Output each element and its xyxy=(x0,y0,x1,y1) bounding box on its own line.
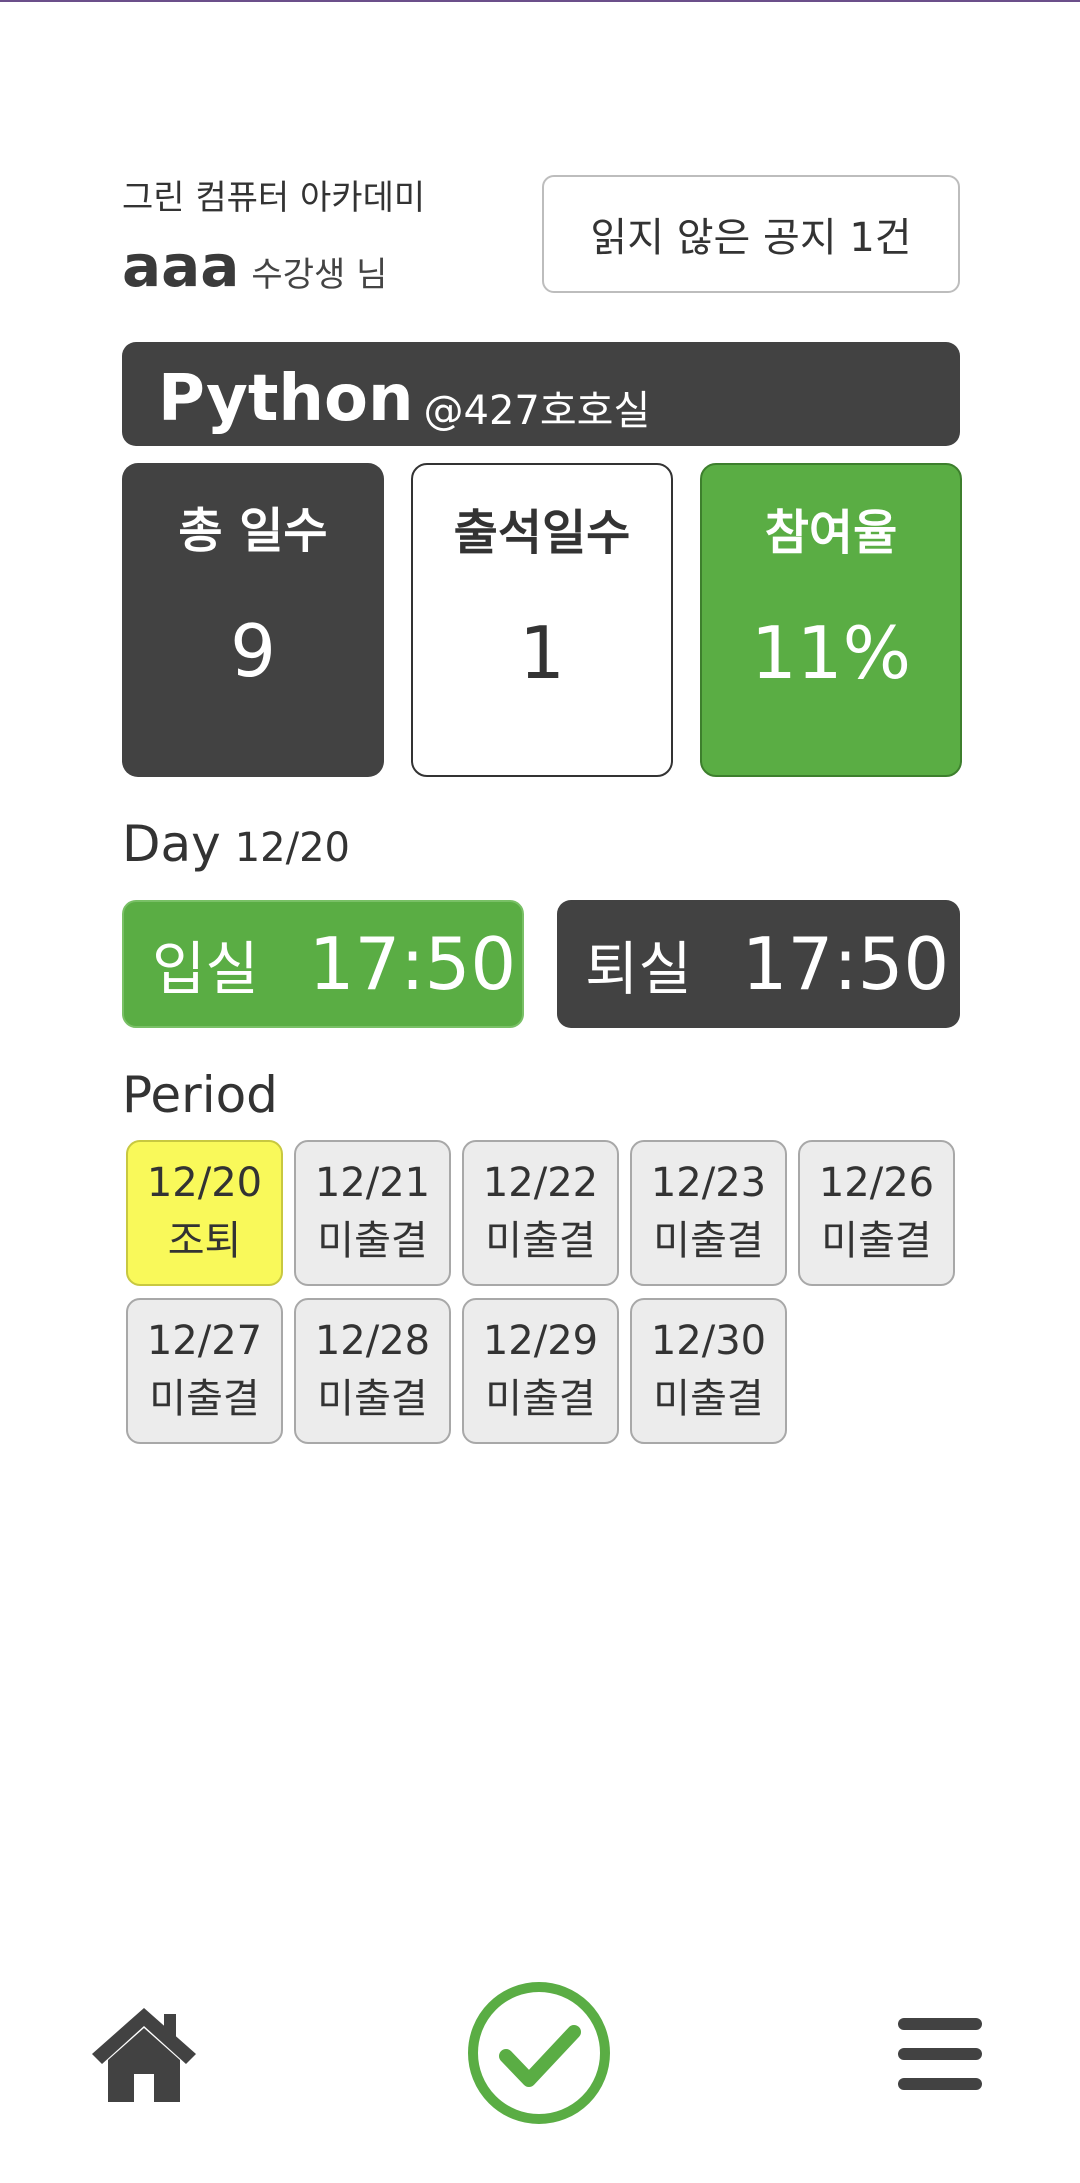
checkout-time: 17:50 xyxy=(741,922,950,1006)
checkin-time: 17:50 xyxy=(308,922,517,1006)
period-status: 미출결 xyxy=(485,1218,596,1264)
day-date: 12/20 xyxy=(234,825,351,871)
stat-rate-label: 참여율 xyxy=(764,505,898,561)
user-suffix: 수강생 님 xyxy=(251,255,388,295)
period-date: 12/20 xyxy=(146,1160,263,1206)
period-cell[interactable]: 12/29 미출결 xyxy=(462,1298,619,1444)
period-status: 미출결 xyxy=(485,1376,596,1422)
user-greeting: aaa 수강생 님 xyxy=(122,232,387,300)
period-date: 12/30 xyxy=(650,1318,767,1364)
stat-rate-value: 11% xyxy=(750,611,912,695)
period-cell[interactable]: 12/20 조퇴 xyxy=(126,1140,283,1286)
course-name: Python xyxy=(158,362,414,436)
period-cell[interactable]: 12/21 미출결 xyxy=(294,1140,451,1286)
academy-name: 그린 컴퓨터 아카데미 xyxy=(122,178,426,218)
period-date: 12/22 xyxy=(482,1160,599,1206)
course-room: @427호호실 xyxy=(423,388,651,434)
top-border xyxy=(0,0,1080,2)
period-cell[interactable]: 12/22 미출결 xyxy=(462,1140,619,1286)
day-label: Day xyxy=(122,815,221,873)
checkin-box: 입실 17:50 xyxy=(122,900,524,1028)
unread-notice-button[interactable]: 읽지 않은 공지 1건 xyxy=(542,175,960,293)
check-circle-icon[interactable] xyxy=(466,1980,612,2126)
period-status: 미출결 xyxy=(317,1218,428,1264)
day-heading: Day 12/20 xyxy=(122,815,350,873)
period-date: 12/29 xyxy=(482,1318,599,1364)
stat-attend-label: 출석일수 xyxy=(453,505,631,561)
period-date: 12/26 xyxy=(818,1160,935,1206)
period-status: 미출결 xyxy=(653,1376,764,1422)
stat-total-days: 총 일수 9 xyxy=(122,463,384,777)
period-cell[interactable]: 12/23 미출결 xyxy=(630,1140,787,1286)
period-cell[interactable]: 12/27 미출결 xyxy=(126,1298,283,1444)
period-status: 조퇴 xyxy=(167,1218,242,1264)
period-status: 미출결 xyxy=(653,1218,764,1264)
period-status: 미출결 xyxy=(149,1376,260,1422)
hamburger-menu-icon[interactable] xyxy=(896,2014,984,2094)
course-bar: Python @427호호실 xyxy=(122,342,960,446)
stat-attend-value: 1 xyxy=(519,611,565,695)
period-date: 12/23 xyxy=(650,1160,767,1206)
bottom-nav xyxy=(0,1960,1080,2140)
period-date: 12/21 xyxy=(314,1160,431,1206)
period-status: 미출결 xyxy=(317,1376,428,1422)
period-cell[interactable]: 12/28 미출결 xyxy=(294,1298,451,1444)
stat-total-label: 총 일수 xyxy=(178,503,328,559)
period-grid: 12/20 조퇴 12/21 미출결 12/22 미출결 12/23 미출결 1… xyxy=(126,1140,966,1444)
checkin-label: 입실 xyxy=(152,935,259,1003)
stat-participation-rate: 참여율 11% xyxy=(700,463,962,777)
user-name: aaa xyxy=(122,232,240,300)
period-status: 미출결 xyxy=(821,1218,932,1264)
stat-attend-days: 출석일수 1 xyxy=(411,463,673,777)
period-cell[interactable]: 12/30 미출결 xyxy=(630,1298,787,1444)
period-date: 12/27 xyxy=(146,1318,263,1364)
checkout-box: 퇴실 17:50 xyxy=(557,900,960,1028)
period-cell[interactable]: 12/26 미출결 xyxy=(798,1140,955,1286)
stat-total-value: 9 xyxy=(230,609,276,693)
period-heading: Period xyxy=(122,1066,278,1124)
period-date: 12/28 xyxy=(314,1318,431,1364)
checkout-label: 퇴실 xyxy=(585,935,692,1003)
home-icon[interactable] xyxy=(88,2004,200,2104)
